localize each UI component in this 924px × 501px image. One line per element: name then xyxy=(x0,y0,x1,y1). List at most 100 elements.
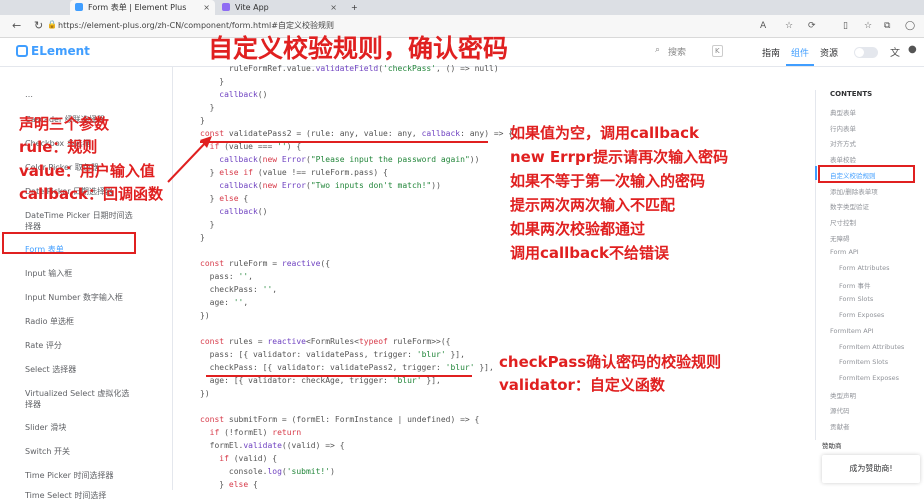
sidebar-item[interactable]: Select 选择器 xyxy=(25,364,76,375)
annotation-explain-line: 如果不等于第一次输入的密码 xyxy=(510,172,706,190)
code-line: } xyxy=(200,103,215,112)
toc-item[interactable]: 表单校验 xyxy=(830,154,856,164)
code-line: const rules = reactive<FormRules<typeof … xyxy=(200,337,451,346)
tab-element-plus[interactable]: Form 表单 | Element Plus × xyxy=(70,0,215,15)
element-logo-icon xyxy=(16,45,28,57)
toc-item[interactable]: 典型表单 xyxy=(830,107,856,117)
underline-validatepass2 xyxy=(200,141,488,143)
translate-icon[interactable]: 文 xyxy=(890,44,900,59)
code-line: console.log('submit!') xyxy=(200,467,335,476)
sponsor-heading: 赞助商 xyxy=(822,442,842,450)
sidebar-item[interactable]: Time Picker 时间选择器 xyxy=(25,470,114,481)
logo-text: ELement xyxy=(31,44,90,58)
profile-icon[interactable]: ◯ xyxy=(905,19,915,33)
code-line: if (!formEl) return xyxy=(209,428,302,437)
sidebar-item[interactable]: 择器 xyxy=(25,399,41,410)
toc-heading: CONTENTS xyxy=(830,90,873,98)
sidebar-item[interactable]: Switch 开关 xyxy=(25,446,70,457)
search-input[interactable]: 搜索 xyxy=(668,45,686,58)
annotation-title: 自定义校验规则，确认密码 xyxy=(208,34,509,63)
sidebar-item[interactable]: Rate 评分 xyxy=(25,340,62,351)
element-plus-favicon-icon xyxy=(75,3,83,11)
element-plus-logo[interactable]: ELement xyxy=(16,44,90,58)
toc-item[interactable]: FormItem Attributes xyxy=(839,343,904,351)
annotation-explain-line: 如果值为空，调用callback xyxy=(510,124,700,142)
code-line: checkPass: [{ validator: validatePass2, … xyxy=(200,363,494,372)
tab-label: Vite App xyxy=(235,3,269,12)
favorites-icon[interactable]: ☆ xyxy=(864,19,872,33)
code-line: checkPass: '', xyxy=(200,285,278,294)
tab-vite-app[interactable]: Vite App × xyxy=(217,0,342,15)
dark-mode-toggle[interactable] xyxy=(854,47,878,58)
toc-active-marker xyxy=(815,166,817,180)
toc-item[interactable]: 添加/删除表单项 xyxy=(830,186,878,196)
toc-item[interactable]: 行内表单 xyxy=(830,123,856,133)
annotation-validator: validator：自定义函数 xyxy=(499,376,665,394)
code-line: ruleFormRef.value.validateField('checkPa… xyxy=(200,64,499,73)
toc-item[interactable]: 无障碍 xyxy=(830,233,850,243)
sidebar-item[interactable]: Virtualized Select 虚拟化选 xyxy=(25,388,129,399)
sidebar-item[interactable]: 择器 xyxy=(25,221,41,232)
sidebar-item[interactable]: Time Select 时间选择 xyxy=(25,490,106,501)
search-shortcut: K xyxy=(712,45,723,57)
sidebar-item[interactable]: DateTime Picker 日期时间选 xyxy=(25,210,133,221)
become-sponsor-button[interactable]: 成为赞助商! xyxy=(822,455,920,483)
toc-highlight-box xyxy=(818,165,915,183)
new-tab-button[interactable]: + xyxy=(346,0,364,15)
refresh-page-icon[interactable]: ⟳ xyxy=(808,19,816,33)
sidebar-item[interactable]: Slider 滑块 xyxy=(25,422,66,433)
toggle-knob xyxy=(855,48,864,57)
code-line: if (valid) { xyxy=(219,454,278,463)
toc-item[interactable]: 尺寸控制 xyxy=(830,217,856,227)
nav-component[interactable]: 组件 xyxy=(791,46,809,59)
lock-icon: 🔒 xyxy=(47,20,57,29)
sidebar-item[interactable]: … xyxy=(25,90,33,99)
code-line: formEl.validate((valid) => { xyxy=(200,441,345,450)
code-line: } else if (value !== ruleForm.pass) { xyxy=(200,168,388,177)
toc-item[interactable]: FormItem API xyxy=(830,327,874,335)
split-screen-icon[interactable]: ▯ xyxy=(843,19,848,33)
toc-item[interactable]: 源代码 xyxy=(830,405,850,415)
annotation-params-heading: 声明三个参数 xyxy=(19,115,110,133)
url-field[interactable]: https://element-plus.org/zh-CN/component… xyxy=(58,18,798,34)
refresh-icon[interactable]: ↻ xyxy=(34,18,43,34)
code-line: age: '', xyxy=(200,298,249,307)
annotation-explain-line: 如果两次校验都通过 xyxy=(510,220,646,238)
nav-resource[interactable]: 资源 xyxy=(820,46,838,59)
tab-close-icon[interactable]: × xyxy=(330,0,337,15)
code-line: } xyxy=(200,233,205,242)
toc-item[interactable]: 对齐方式 xyxy=(830,138,856,148)
code-line: } else { xyxy=(200,194,249,203)
sidebar-item[interactable]: Input Number 数字输入框 xyxy=(25,292,123,303)
toc-item[interactable]: Form Exposes xyxy=(839,311,884,319)
code-line: const submitForm = (formEl: FormInstance… xyxy=(200,415,480,424)
github-icon[interactable]: ● xyxy=(908,44,917,55)
read-aloud-icon[interactable]: A xyxy=(760,19,766,33)
toc-item[interactable]: 贡献者 xyxy=(830,421,850,431)
back-icon[interactable]: ← xyxy=(12,18,21,34)
toc-item[interactable]: FormItem Slots xyxy=(839,358,888,366)
toc-item[interactable]: Form Slots xyxy=(839,295,873,303)
toc-item[interactable]: Form API xyxy=(830,248,859,256)
code-line: } xyxy=(200,220,215,229)
tab-label: Form 表单 | Element Plus xyxy=(88,3,187,12)
toc-item[interactable]: 类型声明 xyxy=(830,390,856,400)
star-icon[interactable]: ☆ xyxy=(785,19,793,33)
collections-icon[interactable]: ⧉ xyxy=(884,19,890,33)
vite-favicon-icon xyxy=(222,3,230,11)
tab-close-icon[interactable]: × xyxy=(203,0,210,15)
sidebar-item[interactable]: Input 输入框 xyxy=(25,268,72,279)
toc-item[interactable]: FormItem Exposes xyxy=(839,374,899,382)
toc-item[interactable]: 数字类型验证 xyxy=(830,201,869,211)
code-line: pass: '', xyxy=(200,272,253,281)
sidebar-item[interactable]: Radio 单选框 xyxy=(25,316,74,327)
active-item-highlight-box xyxy=(2,232,136,254)
annotation-param-callback: callback：回调函数 xyxy=(19,185,164,203)
toc-item[interactable]: Form Attributes xyxy=(839,264,890,272)
annotation-explain-line: 提示两次两次输入不匹配 xyxy=(510,196,676,214)
nav-guide[interactable]: 指南 xyxy=(762,46,780,59)
code-line: } xyxy=(200,77,225,86)
toc-item[interactable]: Form 事件 xyxy=(839,280,870,290)
annotation-explain-line: new Errpr提示请再次输入密码 xyxy=(510,148,729,166)
annotation-checkpass: checkPass确认密码的校验规则 xyxy=(499,353,722,371)
